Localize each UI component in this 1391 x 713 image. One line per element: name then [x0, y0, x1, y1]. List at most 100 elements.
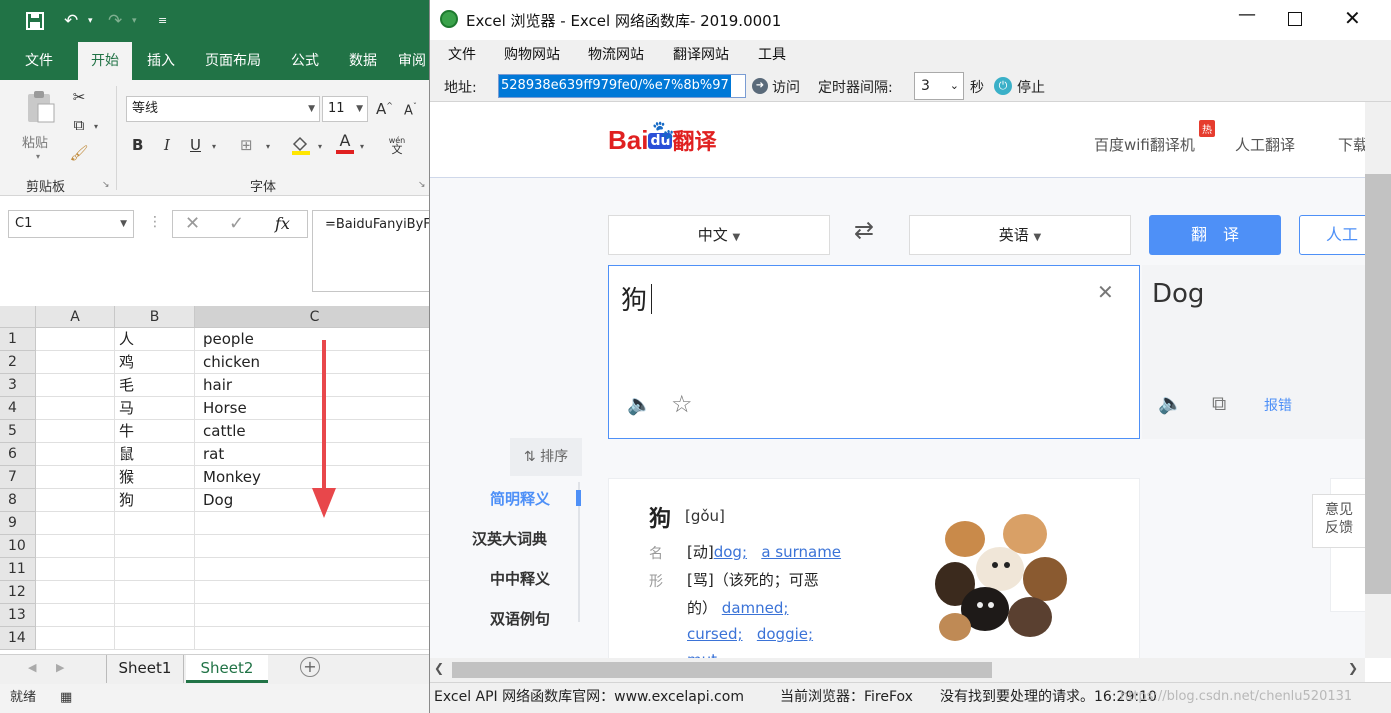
font-launcher-icon[interactable]: ↘	[418, 180, 426, 190]
row-header[interactable]: 5	[0, 420, 36, 443]
copy-icon[interactable]: ⧉	[1212, 391, 1226, 415]
sidebar-item-examples[interactable]: 双语例句	[490, 608, 550, 629]
cell-b[interactable]: 狗	[115, 489, 195, 512]
menu-file[interactable]: 文件	[448, 40, 476, 70]
star-icon[interactable]: ☆	[671, 390, 693, 418]
paste-dropdown-icon[interactable]: ▾	[36, 152, 40, 161]
sidebar-item-chinese-def[interactable]: 中中释义	[490, 568, 550, 589]
sheet-tab-sheet2[interactable]: Sheet2	[186, 655, 268, 683]
go-arrow-icon[interactable]: ➜	[752, 78, 768, 94]
link-cursed[interactable]: cursed;	[687, 625, 743, 643]
row-header[interactable]: 14	[0, 627, 36, 650]
speaker-icon[interactable]: 🔈	[627, 392, 652, 416]
shrink-font-icon[interactable]: Aˇ	[404, 102, 417, 118]
scroll-right-icon[interactable]: ▶	[56, 661, 64, 674]
visit-button[interactable]: 访问	[772, 77, 800, 97]
address-input[interactable]: 528938e639ff979fe0/%e7%8b%97	[498, 74, 746, 98]
underline-button[interactable]: U	[190, 136, 201, 154]
sidebar-item-concise[interactable]: 简明释义	[490, 488, 550, 509]
italic-button[interactable]: I	[164, 136, 170, 154]
cell-a[interactable]	[36, 374, 115, 397]
row-header[interactable]: 2	[0, 351, 36, 374]
select-all-corner[interactable]	[0, 306, 36, 328]
row-header[interactable]: 7	[0, 466, 36, 489]
font-color-dropdown-icon[interactable]: ▾	[360, 142, 364, 151]
cell-a[interactable]	[36, 489, 115, 512]
cell-a[interactable]	[36, 604, 115, 627]
cell-a[interactable]	[36, 420, 115, 443]
cut-icon[interactable]: ✂	[68, 88, 90, 106]
border-icon[interactable]: ⊞	[240, 136, 253, 154]
font-color-icon[interactable]: A	[336, 132, 354, 154]
bold-button[interactable]: B	[132, 136, 143, 154]
link-surname[interactable]: a surname	[761, 543, 841, 561]
cancel-icon[interactable]: ✕	[185, 213, 200, 234]
cell-b[interactable]	[115, 558, 195, 581]
cell-b[interactable]	[115, 627, 195, 650]
paste-icon[interactable]	[20, 90, 58, 124]
cell-a[interactable]	[36, 443, 115, 466]
cell-a[interactable]	[36, 627, 115, 650]
cell-b[interactable]: 牛	[115, 420, 195, 443]
undo-icon[interactable]: ↶	[64, 0, 78, 42]
swap-languages-icon[interactable]: ⇄	[854, 216, 874, 244]
horizontal-scroll-thumb[interactable]	[452, 662, 992, 678]
fill-color-icon[interactable]	[290, 134, 312, 160]
tab-file[interactable]: 文件	[12, 42, 66, 80]
feedback-button[interactable]: 意见 反馈	[1312, 494, 1365, 548]
row-header[interactable]: 13	[0, 604, 36, 627]
cell-a[interactable]	[36, 328, 115, 351]
cell-a[interactable]	[36, 512, 115, 535]
cell-b[interactable]: 人	[115, 328, 195, 351]
human-translate-button[interactable]: 人工	[1299, 215, 1365, 255]
source-text-area[interactable]: 狗 ✕ 🔈 ☆	[608, 265, 1140, 439]
border-dropdown-icon[interactable]: ▾	[266, 142, 270, 151]
target-language-select[interactable]: 英语 ▼	[909, 215, 1131, 255]
tab-review[interactable]: 审阅	[398, 42, 430, 80]
nav-human-translation[interactable]: 人工翻译	[1235, 134, 1295, 155]
clear-icon[interactable]: ✕	[1097, 280, 1114, 304]
menu-logistics-sites[interactable]: 物流网站	[588, 40, 644, 70]
customize-qat-icon[interactable]: ≡	[158, 0, 167, 42]
cell-b[interactable]: 马	[115, 397, 195, 420]
translate-button[interactable]: 翻 译	[1149, 215, 1281, 255]
enter-icon[interactable]: ✓	[229, 213, 244, 234]
insert-function-icon[interactable]: fx	[275, 214, 290, 233]
nav-wifi-translator[interactable]: 百度wifi翻译机	[1094, 134, 1195, 155]
sort-button[interactable]: ⇅ 排序	[510, 438, 582, 476]
column-header-c[interactable]: C	[195, 306, 430, 328]
font-size-select[interactable]: 11 ▼	[322, 96, 368, 122]
scroll-left-icon[interactable]: ◀	[28, 661, 36, 674]
clipboard-launcher-icon[interactable]: ↘	[102, 180, 110, 190]
cell-a[interactable]	[36, 558, 115, 581]
cell-a[interactable]	[36, 535, 115, 558]
row-header[interactable]: 11	[0, 558, 36, 581]
cell-c[interactable]	[195, 604, 430, 627]
row-header[interactable]: 4	[0, 397, 36, 420]
timer-select[interactable]: 3 ⌄	[914, 72, 964, 100]
close-icon[interactable]: ✕	[1344, 6, 1361, 30]
minimize-icon[interactable]: —	[1238, 4, 1256, 25]
cell-b[interactable]	[115, 512, 195, 535]
speaker-icon[interactable]: 🔈	[1158, 391, 1183, 415]
scroll-right-icon[interactable]: ❯	[1348, 661, 1358, 675]
menu-translate-sites[interactable]: 翻译网站	[673, 40, 729, 70]
formula-input[interactable]: =BaiduFanyiByF	[312, 210, 430, 292]
link-damned[interactable]: damned;	[722, 599, 789, 617]
redo-dropdown-icon[interactable]: ▾	[132, 0, 137, 42]
cell-b[interactable]	[115, 604, 195, 627]
cell-a[interactable]	[36, 466, 115, 489]
maximize-icon[interactable]	[1288, 12, 1302, 26]
vertical-scrollbar[interactable]	[1365, 102, 1391, 658]
vertical-scroll-thumb[interactable]	[1365, 174, 1391, 594]
link-doggie[interactable]: doggie;	[757, 625, 813, 643]
stop-button[interactable]: 停止	[1017, 77, 1045, 97]
row-header[interactable]: 9	[0, 512, 36, 535]
cell-b[interactable]	[115, 535, 195, 558]
row-header[interactable]: 12	[0, 581, 36, 604]
font-name-select[interactable]: 等线 ▼	[126, 96, 320, 122]
row-header[interactable]: 10	[0, 535, 36, 558]
report-error-link[interactable]: 报错	[1264, 395, 1292, 415]
column-header-a[interactable]: A	[36, 306, 115, 328]
format-painter-icon[interactable]: 🖌	[68, 144, 90, 162]
